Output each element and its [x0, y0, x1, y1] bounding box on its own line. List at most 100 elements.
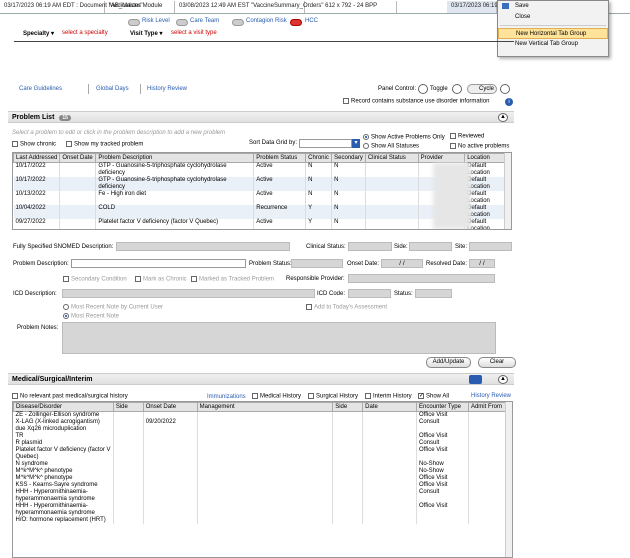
secondary-condition-checkbox[interactable]: Secondary Condition	[63, 276, 127, 283]
risk-level-link[interactable]: Risk Level	[142, 18, 170, 24]
interim-history-checkbox[interactable]: Interim History	[365, 393, 412, 400]
most-recent-user-radio[interactable]: Most Recent Note by Current User	[63, 304, 163, 311]
cycle-icon[interactable]	[500, 84, 510, 94]
column-header[interactable]: Disease/Disorder	[13, 402, 114, 412]
contagion-risk-toggle[interactable]	[232, 19, 244, 26]
column-header[interactable]: Secondary	[331, 153, 366, 163]
resolved-date-field[interactable]: / /	[469, 259, 495, 268]
menu-item-close[interactable]: Close	[498, 12, 608, 23]
column-header[interactable]: Side	[332, 402, 364, 412]
add-update-button[interactable]: Add/Update	[426, 357, 471, 368]
column-header[interactable]: Provider	[417, 153, 466, 163]
status-field[interactable]	[415, 289, 452, 298]
surgical-history-checkbox[interactable]: Surgical History	[308, 393, 358, 400]
table-row[interactable]: R plasmid Consult	[13, 440, 507, 447]
table-row[interactable]: M^k^M^k^ phenotype Office Visit	[13, 475, 507, 482]
care-team-link[interactable]: Care Team	[190, 18, 219, 24]
substance-checkbox[interactable]: Record contains substance use disorder i…	[343, 98, 489, 105]
table-row[interactable]: M^k^M^k^ phenotype No-Show	[13, 468, 507, 475]
column-header[interactable]: Encounter Type	[415, 402, 469, 412]
column-header[interactable]: Management	[196, 402, 334, 412]
problem-grid-scrollbar[interactable]	[504, 153, 511, 229]
hcc-toggle[interactable]	[290, 19, 302, 26]
tab-vaccine-summary[interactable]: 03/08/2023 12:49 AM EST "VaccineSummary_…	[175, 1, 377, 13]
column-header[interactable]: Last Addressed	[13, 153, 61, 163]
table-row[interactable]: 10/17/2022 GTP - Guanosine-5-triphosphate…	[13, 177, 505, 191]
sort-grid-select[interactable]	[299, 139, 352, 148]
no-relevant-history-checkbox[interactable]: No relevant past medical/surgical histor…	[12, 393, 128, 400]
show-chronic-checkbox[interactable]: Show chronic	[12, 141, 56, 148]
global-days-link[interactable]: Global Days	[96, 86, 129, 92]
specialty-select[interactable]: select a specialty	[62, 30, 108, 36]
problem-notes-textarea[interactable]	[62, 322, 496, 354]
toggle-button[interactable]: Toggle	[430, 86, 448, 92]
msi-history-review-link[interactable]: History Review	[471, 393, 511, 399]
most-recent-note-radio[interactable]: Most Recent Note	[63, 313, 119, 320]
table-row[interactable]: 10/17/2022 GTP - Guanosine-5-triphosphate…	[13, 162, 505, 177]
collapse-icon[interactable]: ▲	[498, 113, 508, 122]
onset-date-field[interactable]: / /	[381, 259, 423, 268]
table-row[interactable]: TR Office Visit	[13, 433, 507, 440]
care-guidelines-link[interactable]: Care Guidelines	[19, 86, 62, 92]
icd-code-field[interactable]	[348, 289, 391, 298]
collapse-icon[interactable]: ▲	[498, 375, 508, 384]
tab-document-ab-master[interactable]: 03/17/2023 06:19 AM EDT : Document "AB_M…	[0, 1, 143, 13]
tab-medications-module[interactable]: Medications Module	[105, 1, 175, 13]
table-row[interactable]: H/O: hormone replacement (HRT)	[13, 517, 507, 524]
column-header[interactable]: Clinical Status	[364, 153, 419, 163]
export-icon[interactable]	[469, 375, 482, 384]
table-row[interactable]: 10/13/2022 Fe - High iron diet Active N N Def…	[13, 191, 505, 205]
contagion-risk-link[interactable]: Contagion Risk	[246, 18, 287, 24]
column-header[interactable]: Onset Date	[142, 402, 198, 412]
menu-item-save[interactable]: Save	[498, 1, 608, 12]
column-header[interactable]: Admit From	[467, 402, 507, 412]
snomed-field[interactable]	[116, 242, 290, 251]
risk-level-toggle[interactable]	[128, 19, 140, 26]
column-header[interactable]: Chronic	[305, 153, 333, 163]
table-row[interactable]: Platelet factor V deficiency (factor V Q…	[13, 447, 507, 461]
table-row[interactable]: HHH - Hyperornithinaemia-hyperammonaemia…	[13, 489, 507, 503]
column-header[interactable]: Side	[112, 402, 144, 412]
clinical-status-field[interactable]	[348, 242, 392, 251]
table-row[interactable]: HHH - Hyperornithinaemia-hyperammonaemia…	[13, 503, 507, 517]
msi-grid-scrollbar[interactable]	[505, 402, 512, 557]
immunizations-link[interactable]: Immunizations	[207, 394, 246, 400]
table-row[interactable]: 09/27/2022 Platelet factor V deficiency (…	[13, 219, 505, 229]
icd-description-field[interactable]	[62, 289, 315, 298]
no-active-problems-checkbox[interactable]: No active problems	[450, 143, 509, 150]
reviewed-checkbox[interactable]: Reviewed	[450, 133, 484, 140]
active-only-radio[interactable]: Show Active Problems Only	[363, 134, 445, 141]
side-field[interactable]	[409, 242, 452, 251]
column-header[interactable]: Location	[464, 153, 505, 163]
table-row[interactable]: 10/04/2022 COLD Recurrence Y N Default Locati…	[13, 205, 505, 219]
show-tracked-checkbox[interactable]: Show my tracked problem	[66, 141, 143, 148]
menu-item-new-horizontal-tab-group[interactable]: New Horizontal Tab Group	[498, 28, 608, 39]
responsible-provider-field[interactable]	[348, 274, 495, 283]
hcc-link[interactable]: HCC	[305, 18, 318, 24]
history-review-link[interactable]: History Review	[147, 86, 187, 92]
menu-item-new-vertical-tab-group[interactable]: New Vertical Tab Group	[498, 39, 608, 50]
mark-tracked-checkbox[interactable]: Marked as Tracked Problem	[191, 276, 274, 283]
toggle-icon[interactable]	[418, 84, 428, 94]
site-field[interactable]	[469, 242, 512, 251]
table-row[interactable]: KSS - Kearns-Sayre syndrome Office Visit	[13, 482, 507, 489]
panel-toggle-circle[interactable]	[452, 84, 462, 94]
info-icon[interactable]: i	[505, 98, 513, 106]
column-header[interactable]: Problem Description	[95, 153, 255, 163]
mark-chronic-checkbox[interactable]: Mark as Chronic	[135, 276, 187, 283]
table-row[interactable]: X-LAG (X-linked acrogigantism) due Xq26 …	[13, 419, 507, 433]
all-statuses-radio[interactable]: Show All Statuses	[363, 143, 419, 150]
care-team-toggle[interactable]	[176, 19, 188, 26]
column-header[interactable]: Onset Date	[59, 153, 97, 163]
clear-button[interactable]: Clear	[478, 357, 516, 368]
show-all-checkbox[interactable]: Show All	[418, 393, 449, 400]
column-header[interactable]: Date	[362, 402, 417, 412]
problem-status-field[interactable]	[291, 259, 343, 268]
column-header[interactable]: Problem Status	[253, 153, 307, 163]
medical-history-checkbox[interactable]: Medical History	[252, 393, 301, 400]
tab-active-document[interactable]: 03/17/2023 06:19	[447, 1, 498, 13]
table-row[interactable]: ZE - Zollinger-Ellison syndrome Office Vi…	[13, 411, 507, 419]
add-assessment-checkbox[interactable]: Add to Today's Assessment	[306, 304, 387, 311]
chevron-down-icon[interactable]: ▾	[352, 139, 360, 148]
table-row[interactable]: N syndrome No-Show	[13, 461, 507, 468]
